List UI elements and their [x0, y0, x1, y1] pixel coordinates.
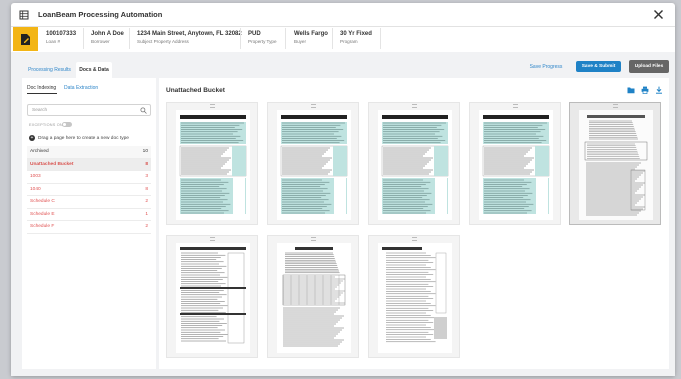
- buyer-label: Buyer: [294, 39, 307, 44]
- search-icon: [140, 107, 147, 114]
- list-item-count: 10: [142, 149, 148, 155]
- borrower-field: John A Doe Borrower: [91, 31, 124, 44]
- upload-files-button[interactable]: Upload Files: [629, 60, 669, 73]
- grid-icon[interactable]: [19, 10, 29, 20]
- list-item-count: 3: [145, 174, 148, 180]
- list-item-count: 1: [145, 211, 148, 217]
- list-item-unattached-bucket[interactable]: Unattached Bucket 8: [27, 158, 151, 171]
- page-preview: [277, 110, 351, 220]
- page-thumbnail[interactable]: [469, 102, 561, 225]
- program-field: 30 Yr Fixed Program: [340, 31, 372, 44]
- save-submit-button[interactable]: Save & Submit: [576, 61, 621, 72]
- download-icon[interactable]: [655, 86, 663, 94]
- property-type-field: PUD Property Type: [248, 31, 277, 44]
- loan-number-value: 100107333: [46, 31, 77, 37]
- list-item-name: Schedule E: [30, 211, 55, 217]
- buyer-field: Wells Fargo Buyer: [294, 31, 328, 44]
- list-item-name: Schedule F: [30, 224, 55, 230]
- page-preview: [378, 110, 452, 220]
- page-preview: [378, 243, 452, 353]
- doc-type-list: Archived 10 Unattached Bucket 8 1003 3 1040…: [27, 146, 151, 234]
- list-item-count: 2: [145, 224, 148, 230]
- loan-badge: [13, 27, 38, 51]
- document-edit-icon: [21, 34, 30, 45]
- page-preview: [176, 110, 250, 220]
- page-thumbnail[interactable]: [267, 235, 359, 358]
- active-tab-underline: [27, 93, 57, 94]
- page-preview: [579, 110, 653, 220]
- drag-handle-icon[interactable]: [210, 104, 215, 108]
- list-item-count: 8: [145, 161, 148, 167]
- page-thumbnail[interactable]: [166, 235, 258, 358]
- address-value: 1234 Main Street, Anytown, FL 32082: [137, 31, 242, 37]
- search-placeholder: Search: [32, 108, 48, 113]
- list-item-name: 1040: [30, 186, 41, 192]
- list-item-name: Schedule C: [30, 199, 55, 205]
- add-icon: +: [29, 135, 35, 141]
- tab-processing-results[interactable]: Processing Results: [24, 62, 75, 78]
- list-item-count: 8: [145, 186, 148, 192]
- page-preview: [479, 110, 553, 220]
- buyer-value: Wells Fargo: [294, 31, 328, 37]
- app-title: LoanBeam Processing Automation: [38, 10, 163, 19]
- drag-handle-icon[interactable]: [412, 104, 417, 108]
- drag-handle-icon[interactable]: [311, 237, 316, 241]
- list-item-archived[interactable]: Archived 10: [27, 146, 151, 159]
- drag-hint-text: Drag a page here to create a new doc typ…: [38, 135, 129, 141]
- bucket-title: Unattached Bucket: [166, 87, 225, 94]
- list-item-name: Archived: [30, 149, 49, 155]
- address-label: Subject Property Address: [137, 39, 189, 44]
- list-item-schedule-f[interactable]: Schedule F 2: [27, 221, 151, 234]
- list-item-schedule-c[interactable]: Schedule C 2: [27, 196, 151, 209]
- exceptions-only-toggle[interactable]: [62, 122, 72, 127]
- drag-handle-icon[interactable]: [613, 104, 618, 108]
- loan-number-field: 100107333 Loan #: [46, 31, 76, 44]
- divider: [11, 26, 675, 27]
- program-label: Program: [340, 39, 358, 44]
- borrower-label: Borrower: [91, 39, 110, 44]
- property-type-label: Property Type: [248, 39, 277, 44]
- folder-icon[interactable]: [627, 86, 635, 94]
- search-input[interactable]: Search: [27, 104, 151, 116]
- close-icon[interactable]: [652, 8, 665, 21]
- list-item-name: 1003: [30, 174, 41, 180]
- list-item-count: 2: [145, 199, 148, 205]
- page-thumbnail[interactable]: [569, 102, 661, 225]
- list-item-1003[interactable]: 1003 3: [27, 171, 151, 184]
- drag-handle-icon[interactable]: [412, 237, 417, 241]
- tab-data-extraction[interactable]: Data Extraction: [64, 85, 98, 91]
- print-icon[interactable]: [641, 86, 649, 94]
- address-field: 1234 Main Street, Anytown, FL 32082 Subje…: [137, 31, 242, 44]
- page-thumbnail[interactable]: [267, 102, 359, 225]
- page-thumbnail[interactable]: [368, 235, 460, 358]
- page-thumbnail[interactable]: [368, 102, 460, 225]
- drag-handle-icon[interactable]: [311, 104, 316, 108]
- list-item-name: Unattached Bucket: [30, 161, 74, 167]
- property-type-value: PUD: [248, 31, 261, 37]
- tab-docs-data[interactable]: Docs & Data: [76, 62, 112, 78]
- drag-handle-icon[interactable]: [513, 104, 518, 108]
- list-item-schedule-e[interactable]: Schedule E 1: [27, 209, 151, 221]
- list-item-1040[interactable]: 1040 8: [27, 184, 151, 196]
- tab-doc-indexing[interactable]: Doc Indexing: [27, 85, 56, 91]
- borrower-value: John A Doe: [91, 31, 124, 37]
- loan-number-label: Loan #: [46, 39, 61, 44]
- drag-handle-icon[interactable]: [210, 237, 215, 241]
- page-thumbnail[interactable]: [166, 102, 258, 225]
- save-progress-button[interactable]: Save Progress: [526, 61, 566, 72]
- page-preview: [277, 243, 351, 353]
- program-value: 30 Yr Fixed: [340, 31, 372, 37]
- page-preview: [176, 243, 250, 353]
- drag-hint: + Drag a page here to create a new doc t…: [29, 135, 129, 141]
